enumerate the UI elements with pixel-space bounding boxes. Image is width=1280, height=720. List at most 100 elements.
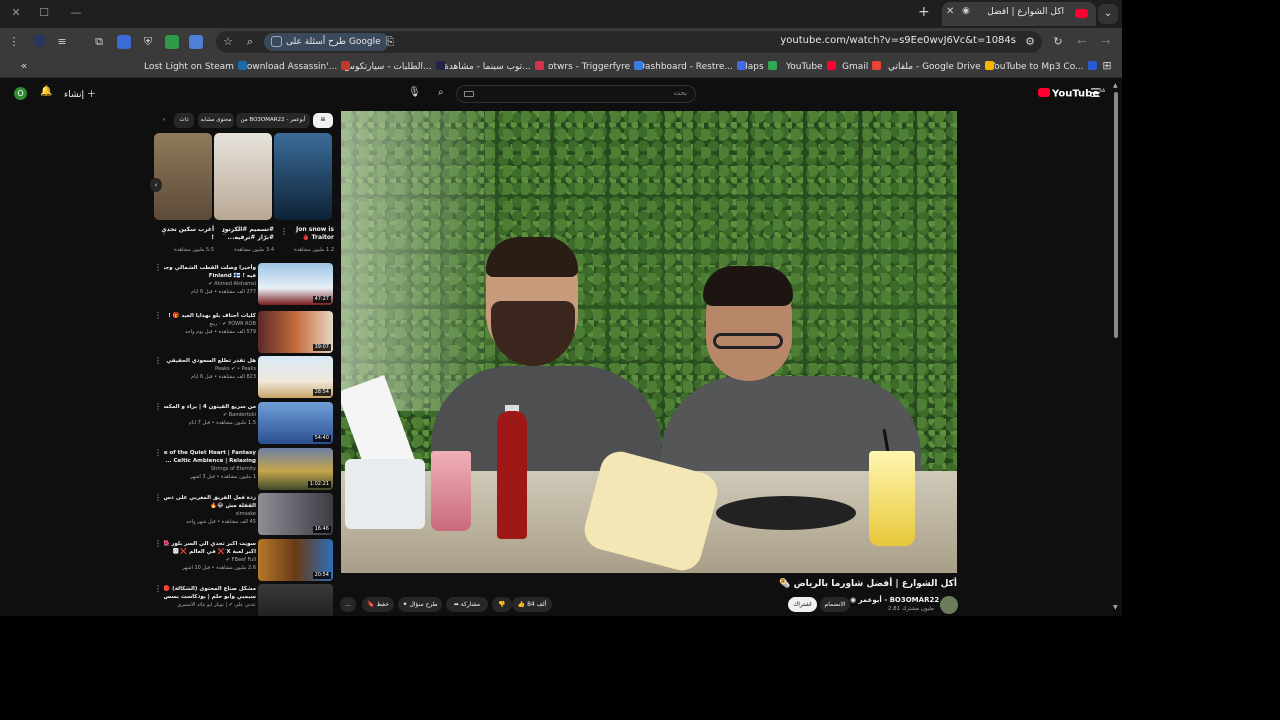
bookmark-triggerfyre[interactable]: otwrs - Triggerfyre	[548, 61, 644, 72]
recommended-video[interactable]: 54:40 من سريع الفيتون 4 | براء و المكسيك…	[150, 402, 334, 446]
vpn-extension-icon[interactable]	[164, 34, 180, 50]
create-button[interactable]: إنشاء ＋	[64, 87, 96, 100]
bookmark-top-cinema[interactable]: توب سينما - مشاهدة...	[444, 61, 544, 72]
youtube-logo[interactable]: YouTubeSA	[1038, 88, 1105, 99]
chip-from-channel[interactable]: من BO3OMAR22 - أبوعمر	[236, 113, 310, 128]
shield-extension-icon[interactable]: ⛨	[140, 34, 156, 50]
recommended-video[interactable]: 39:07 كليات أحتاف بلو بهدايا العيد 🎁 ! P…	[150, 311, 334, 355]
duration-badge: 47:27	[312, 296, 331, 303]
video-menu-icon[interactable]: ⋮	[154, 263, 162, 272]
recommended-video[interactable]: مشكل صناع المحتوى (الشكالة) 🔴 | سيمبي وأ…	[150, 584, 334, 616]
bookmark-star-icon[interactable]: ☆	[220, 34, 236, 50]
bookmark-dashboard[interactable]: Dashboard - Restre...	[638, 61, 747, 72]
back-icon[interactable]: →	[1098, 34, 1114, 50]
dislike-button[interactable]: 👎	[492, 597, 512, 612]
grid-icon: ⊞	[320, 117, 326, 123]
address-bar[interactable]: ☆ ⌕ طرح أسئلة على Google ⎘ youtube.com/w…	[216, 31, 1042, 53]
ask-google-chip[interactable]: طرح أسئلة على Google	[264, 33, 389, 51]
microphone-icon[interactable]: 🎙	[408, 87, 421, 98]
bookmark-gmail[interactable]: Gmail	[842, 61, 882, 72]
short-thumbnail-2[interactable]	[214, 133, 272, 220]
channel-name[interactable]: ◉ أبوعمر - BO3OMAR22	[850, 596, 939, 604]
reload-icon[interactable]: ↻	[1050, 34, 1066, 50]
video-title-line1: ردة فعل الفريق المغربي على دس الفيانات |	[164, 495, 256, 501]
active-tab[interactable]: أكل الشوارع | أفضل شاورما بالرياض ◉ ✕	[942, 2, 1096, 26]
video-menu-icon[interactable]: ⋮	[154, 584, 162, 593]
extensions-icon[interactable]: ⧉	[91, 34, 107, 50]
recommended-video[interactable]: 1:02:21 Vale of the Quiet Heart | Fantas…	[150, 448, 334, 492]
recommended-video[interactable]: 16:46 ردة فعل الفريق المغربي على دس الفي…	[150, 493, 334, 537]
reading-list-icon[interactable]: ≡	[54, 34, 70, 50]
like-button[interactable]: 👍 84 ألف	[512, 597, 552, 612]
short-2-title[interactable]: #تسميم #الكرتون	[222, 225, 274, 234]
video-menu-icon[interactable]: ⋮	[154, 311, 162, 320]
short-thumbnail-3[interactable]	[154, 133, 212, 220]
recommended-video[interactable]: 20:54 سويت اكبر تحدي الى السر بلور 🌺 ❗🔥 …	[150, 539, 334, 583]
chip-more[interactable]: ذات	[174, 113, 194, 128]
close-tab-icon[interactable]: ✕	[946, 6, 954, 17]
channel-avatar[interactable]	[940, 596, 958, 614]
video-menu-icon[interactable]: ⋮	[154, 402, 162, 411]
new-tab-button[interactable]: +	[918, 4, 930, 20]
video-menu-icon[interactable]: ⋮	[154, 493, 162, 502]
scroll-up-icon[interactable]: ▲	[1113, 82, 1118, 89]
bookmark-youtube[interactable]: YouTube	[786, 61, 836, 72]
subscribe-button[interactable]: اشتراك	[788, 597, 817, 612]
more-actions-button[interactable]: ...	[340, 597, 356, 612]
scroll-down-icon[interactable]: ▼	[1113, 604, 1118, 611]
audio-playing-icon[interactable]: ◉	[962, 6, 970, 16]
profile-icon[interactable]	[31, 34, 47, 50]
bookmark-google-drive[interactable]: ملفاتي - Google Drive	[888, 61, 994, 72]
short-3-title2[interactable]: !	[166, 234, 214, 241]
forward-icon[interactable]: ←	[1074, 34, 1090, 50]
minimize-window-icon[interactable]: —	[66, 4, 86, 22]
shorts-prev-icon[interactable]: ‹	[150, 178, 162, 192]
maximize-window-icon[interactable]: ☐	[34, 4, 54, 22]
account-avatar[interactable]: O	[14, 87, 27, 100]
install-app-icon[interactable]: ⎘	[382, 34, 398, 50]
short-3-title[interactable]: أغرب سكين تحدي	[162, 225, 214, 234]
browser-menu-icon[interactable]: ⋮	[6, 34, 22, 50]
video-player[interactable]	[341, 111, 957, 573]
video-menu-icon[interactable]: ⋮	[154, 448, 162, 457]
lens-search-icon[interactable]: ⌕	[242, 34, 258, 50]
ask-button[interactable]: ✦ طرح سؤال	[398, 597, 442, 612]
bookmark-orders[interactable]: الطلبات - سيارتكوس...	[344, 61, 445, 72]
bookmark-youtube-mp3[interactable]: YouTube to Mp3 Co...	[990, 61, 1097, 72]
chip-all[interactable]: ⊞	[313, 113, 333, 128]
chip-related[interactable]: محتوى مشابه	[198, 113, 234, 128]
search-icon[interactable]: ⌕	[438, 87, 444, 98]
bookmark-lost-light[interactable]: Lost Light on Steam	[144, 61, 247, 72]
chips-prev-icon[interactable]: ‹	[156, 113, 172, 128]
recommended-video[interactable]: 28:54 هل تقدر تطلع السعودي الحقيقي من بي…	[150, 356, 334, 400]
short-1-title[interactable]: Jon snow is	[282, 225, 334, 234]
video-title-line2: سيمبي وأبو حلم | بودكاست بسس خير	[164, 594, 256, 600]
close-window-icon[interactable]: ✕	[6, 4, 26, 22]
notifications-bell-icon[interactable]: 🔔	[40, 86, 52, 97]
tab-search-button[interactable]: ⌄	[1098, 4, 1118, 24]
keyboard-icon[interactable]	[464, 91, 474, 97]
video-title-line2: اكبر لعبة X ❌ في العالم ❌ 🅾	[172, 549, 256, 555]
short-3-menu-icon[interactable]: ⋮	[160, 227, 168, 236]
all-bookmarks-icon[interactable]: ⊞	[1099, 58, 1115, 74]
bookmarks-overflow-icon[interactable]: «	[16, 58, 32, 74]
extension-badge-icon[interactable]	[116, 34, 132, 50]
join-button[interactable]: الانضمام	[820, 597, 850, 612]
save-button[interactable]: 🔖 حفظ	[362, 597, 394, 612]
bookmark-download-assassin[interactable]: Download Assassin'...	[240, 61, 351, 72]
short-2-title2[interactable]: #برّاز #ترفيه...	[226, 234, 274, 241]
short-1-menu-icon[interactable]: ⋮	[280, 227, 288, 236]
short-2-menu-icon[interactable]: ⋮	[220, 227, 228, 236]
duration-badge: 1:02:21	[307, 481, 331, 488]
video-menu-icon[interactable]: ⋮	[154, 539, 162, 548]
recommended-video[interactable]: 47:27 وأخيرا وصلت القطب الشمالي وجربت اس…	[150, 263, 334, 307]
translate-extension-icon[interactable]	[188, 34, 204, 50]
short-thumbnail-1[interactable]	[274, 133, 332, 220]
search-input[interactable]: بحث	[456, 85, 696, 103]
share-button[interactable]: ➦ مشاركة	[446, 597, 488, 612]
video-menu-icon[interactable]: ⋮	[154, 356, 162, 365]
site-settings-icon[interactable]: ⚙	[1022, 34, 1038, 50]
scrollbar-thumb[interactable]	[1114, 92, 1118, 338]
short-1-title2[interactable]: Traitor 🩸	[286, 234, 334, 241]
page-scrollbar[interactable]: ▲ ▼	[1113, 82, 1119, 611]
